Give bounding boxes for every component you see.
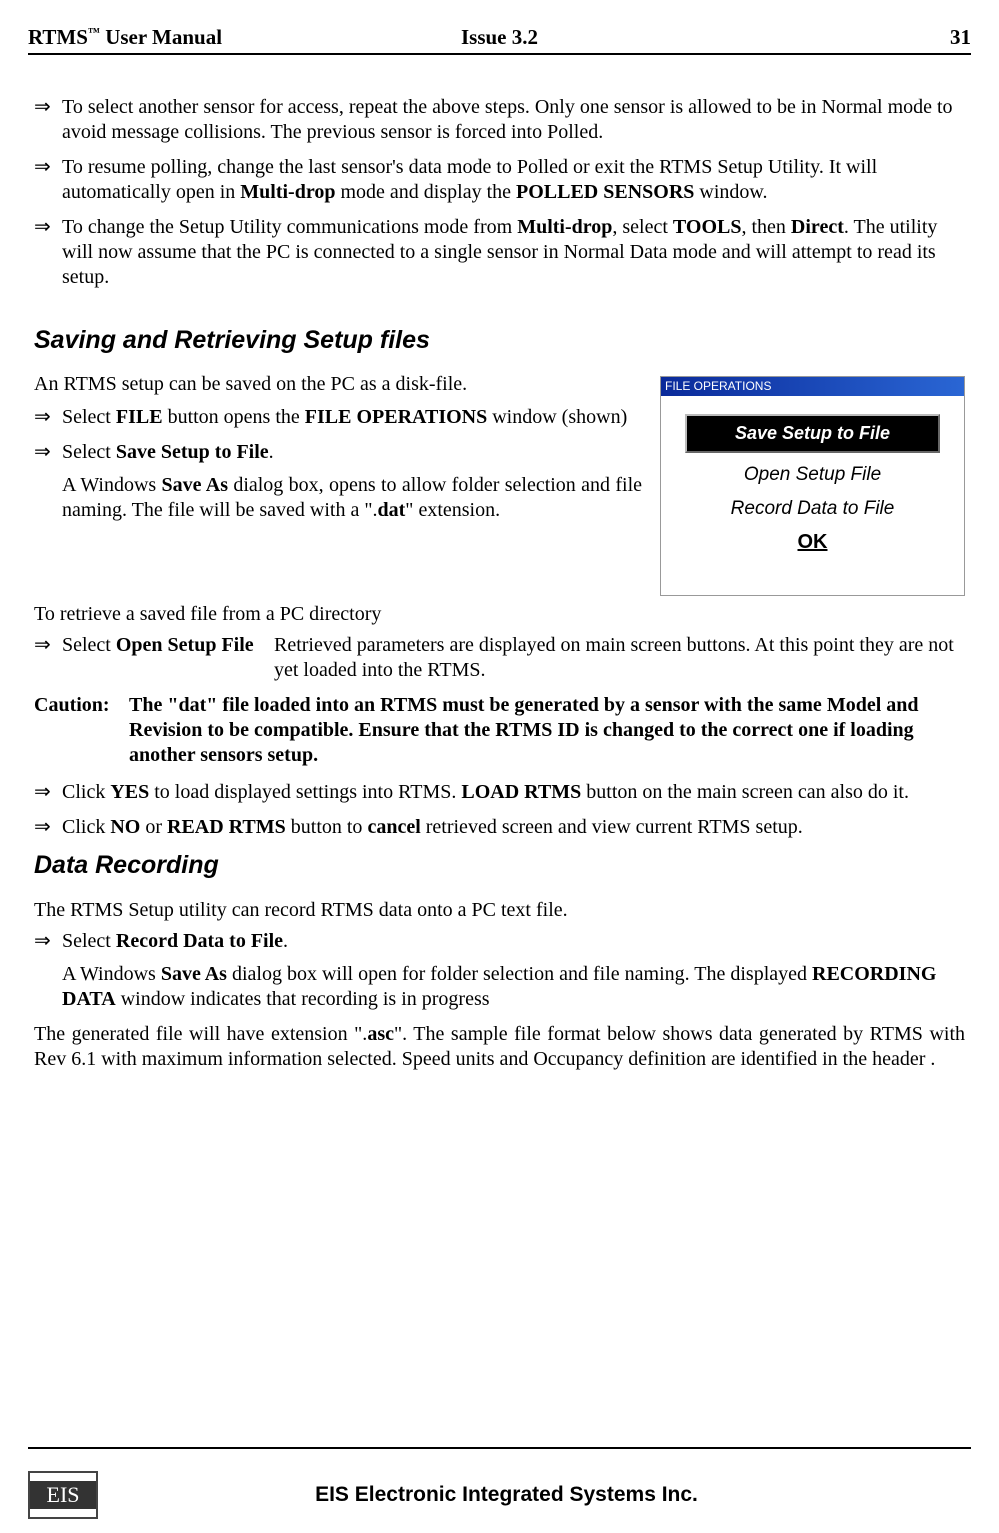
caution-label: Caution:	[34, 693, 129, 768]
recording-intro: The RTMS Setup utility can record RTMS d…	[34, 898, 965, 923]
arrow-icon: ⇒	[34, 95, 62, 145]
header-title: RTMS™ User Manual	[28, 25, 342, 50]
bullet-click-yes: ⇒ Click YES to load displayed settings i…	[34, 780, 965, 805]
arrow-icon: ⇒	[34, 440, 62, 523]
bullet-open-setup: ⇒ Select Open Setup File Retrieved param…	[34, 633, 965, 683]
header-title-pre: RTMS	[28, 25, 88, 49]
open-setup-desc: Retrieved parameters are displayed on ma…	[274, 633, 965, 683]
arrow-icon: ⇒	[34, 405, 62, 430]
bullet-text: Click YES to load displayed settings int…	[62, 780, 965, 805]
bullet-change-mode: ⇒ To change the Setup Utility communicat…	[34, 215, 965, 290]
ok-button[interactable]: OK	[685, 530, 940, 555]
header-issue: Issue 3.2	[342, 25, 656, 50]
footer-text: EIS Electronic Integrated Systems Inc.	[112, 1483, 901, 1507]
arrow-icon: ⇒	[34, 155, 62, 205]
footer-rule	[28, 1447, 971, 1449]
arrow-icon: ⇒	[34, 929, 62, 1012]
bullet-text: To select another sensor for access, rep…	[62, 95, 965, 145]
record-sub: A Windows Save As dialog box will open f…	[62, 962, 965, 1012]
retrieve-intro: To retrieve a saved file from a PC direc…	[34, 602, 965, 627]
open-setup-file-option[interactable]: Open Setup File	[685, 463, 940, 487]
figure-titlebar: FILE OPERATIONS	[661, 377, 964, 396]
page-header: RTMS™ User Manual Issue 3.2 31	[28, 25, 971, 55]
bullet-save-setup: ⇒ Select Save Setup to File. A Windows S…	[34, 440, 642, 523]
page-footer: EIS EIS Electronic Integrated Systems In…	[28, 1447, 971, 1519]
save-setup-to-file-button[interactable]: Save Setup to File	[685, 414, 940, 453]
page-number: 31	[657, 25, 971, 50]
record-data-to-file-option[interactable]: Record Data to File	[685, 497, 940, 521]
caution-block: Caution: The "dat" file loaded into an R…	[34, 693, 965, 768]
bullet-record-data: ⇒ Select Record Data to File. A Windows …	[34, 929, 965, 1012]
bullet-text: To resume polling, change the last senso…	[62, 155, 965, 205]
arrow-icon: ⇒	[34, 633, 62, 683]
bullet-select-sensor: ⇒ To select another sensor for access, r…	[34, 95, 965, 145]
eis-logo: EIS	[28, 1471, 98, 1519]
arrow-icon: ⇒	[34, 215, 62, 290]
generated-file-paragraph: The generated file will have extension "…	[34, 1022, 965, 1072]
header-title-post: User Manual	[100, 25, 222, 49]
eis-logo-text: EIS	[30, 1481, 96, 1509]
open-setup-label: Select Open Setup File	[62, 633, 254, 683]
bullet-text: To change the Setup Utility communicatio…	[62, 215, 965, 290]
caution-text: The "dat" file loaded into an RTMS must …	[129, 693, 965, 768]
bullet-text: Select Record Data to File. A Windows Sa…	[62, 929, 965, 1012]
bullet-select-file: ⇒ Select FILE button opens the FILE OPER…	[34, 405, 642, 430]
trademark-symbol: ™	[88, 25, 100, 39]
figure-file-operations: FILE OPERATIONS Save Setup to File Open …	[660, 376, 965, 596]
heading-saving: Saving and Retrieving Setup files	[34, 325, 965, 356]
bullet-resume-polling: ⇒ To resume polling, change the last sen…	[34, 155, 965, 205]
bullet-click-no: ⇒ Click NO or READ RTMS button to cancel…	[34, 815, 965, 840]
bullet-text: Select FILE button opens the FILE OPERAT…	[62, 405, 642, 430]
arrow-icon: ⇒	[34, 815, 62, 840]
heading-recording: Data Recording	[34, 850, 965, 881]
bullet-text: Click NO or READ RTMS button to cancel r…	[62, 815, 965, 840]
arrow-icon: ⇒	[34, 780, 62, 805]
save-sub: A Windows Save As dialog box, opens to a…	[62, 473, 642, 523]
bullet-text: Select Save Setup to File. A Windows Sav…	[62, 440, 642, 523]
